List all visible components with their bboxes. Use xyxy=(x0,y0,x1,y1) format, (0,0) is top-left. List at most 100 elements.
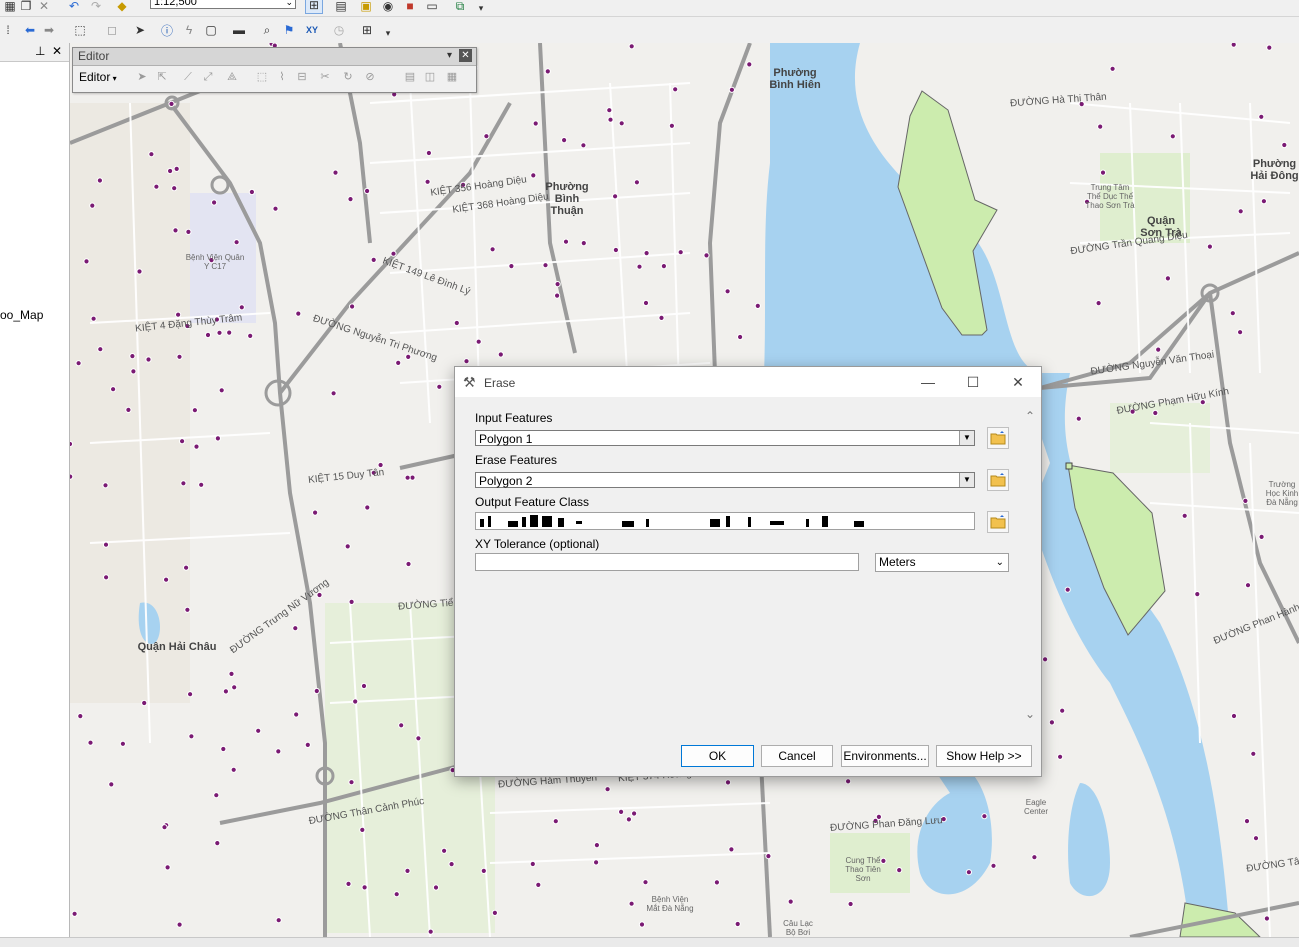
arctoolbox-icon[interactable]: ■ xyxy=(402,0,418,14)
edit-vertices-icon[interactable]: ⬚ xyxy=(255,70,269,84)
parameters-scrollbar[interactable]: ⌃ ⌄ xyxy=(1023,401,1039,733)
attributes-icon[interactable]: ▤ xyxy=(403,70,417,84)
undo-icon[interactable]: ↶ xyxy=(66,0,82,14)
html-popup-icon[interactable]: ▢ xyxy=(203,22,219,38)
poi-point xyxy=(83,258,90,265)
browse-erase-folder-icon[interactable] xyxy=(987,469,1009,491)
poi-point xyxy=(130,368,137,375)
map-scale-combo[interactable]: 1:12,500 ⌄ xyxy=(150,0,296,9)
poi-point xyxy=(352,698,359,705)
identify-icon[interactable]: ⓘ xyxy=(159,22,175,38)
editor-toolbar[interactable]: Editor ▾ ✕ Editor ▾ ➤ ⇱ ⟋ ⤢ ⟁ ⬚ ⌇ ⊟ ✂ ↻ … xyxy=(72,47,477,93)
redo-icon[interactable]: ↷ xyxy=(88,0,104,14)
scroll-up-icon[interactable]: ⌃ xyxy=(1025,409,1035,423)
poi-point xyxy=(247,332,254,339)
cancel-button[interactable]: Cancel xyxy=(761,745,833,767)
end-point-arc-icon[interactable]: ⤢ xyxy=(201,70,215,84)
select-elements-icon[interactable]: ➤ xyxy=(132,22,148,38)
erase-features-combo[interactable]: Polygon 2 ▼ xyxy=(475,472,975,488)
poi-point xyxy=(70,440,74,448)
rotate-icon[interactable]: ↻ xyxy=(341,70,355,84)
hyperlink-icon[interactable]: ϟ xyxy=(181,22,197,38)
model-builder-icon[interactable]: ⧉ xyxy=(452,0,468,14)
poi-point xyxy=(96,177,103,184)
edit-tool-icon[interactable]: ➤ xyxy=(135,70,149,84)
time-slider-icon[interactable]: ◷ xyxy=(331,22,347,38)
table-of-contents-icon[interactable]: ▤ xyxy=(333,0,349,14)
erase-dialog: ⚒ Erase — ☐ ✕ Input Features Polygon 1 ▼… xyxy=(454,366,1042,777)
poi-point xyxy=(1237,208,1244,215)
poi-point xyxy=(230,766,237,773)
table-of-contents: ⊥ ✕ oo_Map xyxy=(0,43,70,943)
sketch-properties-icon[interactable]: ◫ xyxy=(423,70,437,84)
poi-point xyxy=(754,302,761,309)
show-help-button[interactable]: Show Help >> xyxy=(936,745,1032,767)
select-features-icon[interactable]: ⬚ xyxy=(72,22,88,38)
chevron-down-icon[interactable]: ▼ xyxy=(959,431,974,445)
editor-toolbar-toggle-icon[interactable]: ⊞ xyxy=(305,0,323,14)
tool-parameters-panel: Input Features Polygon 1 ▼ Erase Feature… xyxy=(473,401,1022,733)
editor-menu[interactable]: Editor ▾ xyxy=(79,70,117,84)
chevron-down-icon[interactable]: ▾ xyxy=(443,49,456,62)
poi-point xyxy=(361,884,368,891)
environments-button[interactable]: Environments... xyxy=(841,745,929,767)
poi-point xyxy=(304,741,311,749)
maximize-icon[interactable]: ☐ xyxy=(958,372,988,392)
output-feature-class-field[interactable] xyxy=(475,512,975,530)
district-label: Quận Hải Châu xyxy=(137,641,217,653)
measure-icon[interactable]: ▬ xyxy=(231,22,247,38)
clear-icon[interactable]: ⊘ xyxy=(363,70,377,84)
toolbar-options-icon[interactable]: ▾ xyxy=(473,0,489,16)
ok-button[interactable]: OK xyxy=(681,745,754,767)
copy-icon[interactable]: ❐ xyxy=(18,0,34,14)
layer-item[interactable]: oo_Map xyxy=(0,308,43,322)
pan-icon[interactable]: ⁞ xyxy=(0,22,16,38)
poi-point xyxy=(370,256,377,263)
poi-point xyxy=(724,779,732,786)
search-window-icon[interactable]: ◉ xyxy=(380,0,396,14)
browse-input-folder-icon[interactable] xyxy=(987,427,1009,449)
zoom-window-icon[interactable]: ⊞ xyxy=(359,22,375,38)
add-data-icon[interactable]: ◆ xyxy=(114,0,130,14)
scroll-down-icon[interactable]: ⌄ xyxy=(1025,707,1035,721)
dialog-titlebar[interactable]: ⚒ Erase — ☐ ✕ xyxy=(455,367,1041,397)
go-to-xy-icon[interactable]: XY xyxy=(304,22,320,38)
cut-polygons-icon[interactable]: ⊟ xyxy=(295,70,309,84)
close-icon[interactable]: ✕ xyxy=(36,0,52,14)
poi-point xyxy=(593,859,600,866)
split-icon[interactable]: ✂ xyxy=(318,70,332,84)
reshape-icon[interactable]: ⌇ xyxy=(275,70,289,84)
poi-point xyxy=(672,86,679,93)
units-combo[interactable]: Meters ⌄ xyxy=(875,553,1009,572)
forward-icon[interactable]: ➡ xyxy=(41,22,57,38)
edit-annotation-icon[interactable]: ⇱ xyxy=(155,70,169,84)
poi-point xyxy=(463,358,470,365)
poi-point xyxy=(668,122,676,129)
close-icon[interactable]: ✕ xyxy=(1003,372,1033,392)
find-icon[interactable]: ⌕ xyxy=(259,22,275,38)
table-icon[interactable]: ▦ xyxy=(2,0,18,14)
back-icon[interactable]: ⬅ xyxy=(22,22,38,38)
toolbar-options-icon[interactable]: ▾ xyxy=(380,25,396,41)
clear-selection-icon[interactable]: ◻ xyxy=(104,22,120,38)
poi-point xyxy=(167,167,174,175)
editor-toolbar-titlebar[interactable]: Editor ▾ ✕ xyxy=(73,48,476,66)
catalog-icon[interactable]: ▣ xyxy=(358,0,374,14)
chevron-down-icon[interactable]: ⌄ xyxy=(996,554,1004,571)
python-icon[interactable]: ▭ xyxy=(424,0,440,14)
poi-point xyxy=(188,733,195,740)
input-features-combo[interactable]: Polygon 1 ▼ xyxy=(475,430,975,446)
poi-point xyxy=(348,779,355,786)
poi-point xyxy=(292,625,299,632)
minimize-icon[interactable]: — xyxy=(913,372,943,392)
browse-output-folder-icon[interactable] xyxy=(987,511,1009,533)
straight-segment-icon[interactable]: ⟋ xyxy=(181,70,195,84)
xy-tolerance-field[interactable] xyxy=(475,553,859,571)
create-features-icon[interactable]: ▦ xyxy=(445,70,459,84)
chevron-down-icon[interactable]: ▼ xyxy=(959,473,974,487)
pin-icon[interactable]: ⊥ xyxy=(35,44,45,58)
find-route-icon[interactable]: ⚑ xyxy=(281,22,297,38)
close-icon[interactable]: ✕ xyxy=(52,44,62,58)
close-icon[interactable]: ✕ xyxy=(459,49,472,62)
trace-icon[interactable]: ⟁ xyxy=(225,70,239,84)
